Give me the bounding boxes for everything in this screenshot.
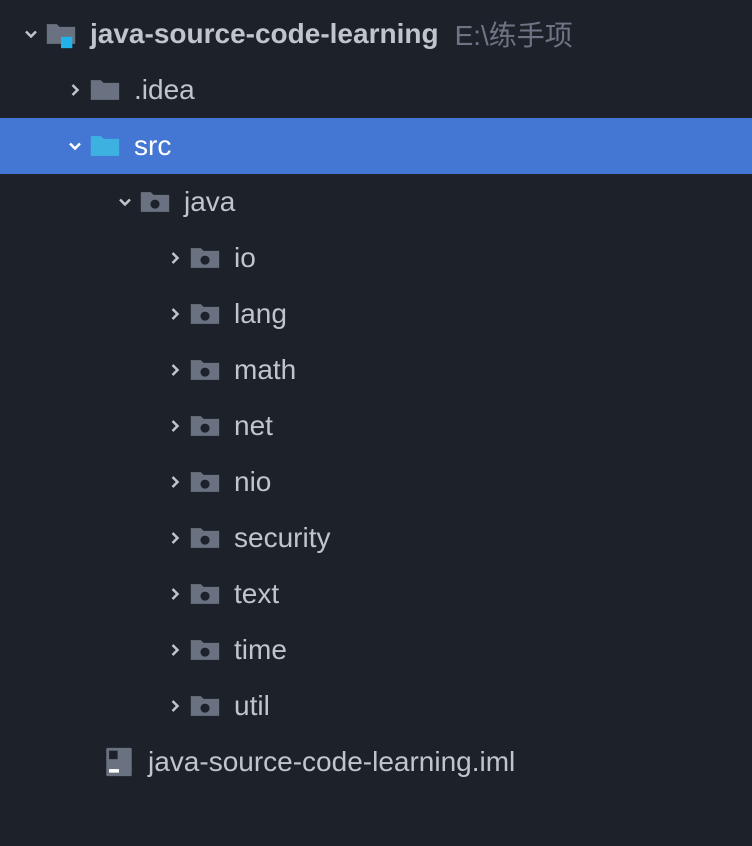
- package-folder-icon: [138, 185, 172, 219]
- source-folder-icon: [88, 129, 122, 163]
- folder-icon: [88, 73, 122, 107]
- folder-label: src: [134, 130, 171, 162]
- tree-row-idea[interactable]: .idea: [0, 62, 752, 118]
- folder-label: util: [234, 690, 270, 722]
- tree-row-text[interactable]: text: [0, 566, 752, 622]
- chevron-down-icon: [112, 189, 138, 215]
- root-label: java-source-code-learning: [90, 18, 439, 50]
- folder-label: security: [234, 522, 330, 554]
- chevron-right-icon: [162, 637, 188, 663]
- chevron-down-icon: [18, 21, 44, 47]
- chevron-right-icon: [162, 301, 188, 327]
- tree-row-math[interactable]: math: [0, 342, 752, 398]
- tree-row-security[interactable]: security: [0, 510, 752, 566]
- package-folder-icon: [188, 577, 222, 611]
- package-folder-icon: [188, 241, 222, 275]
- tree-row-util[interactable]: util: [0, 678, 752, 734]
- chevron-right-icon: [162, 581, 188, 607]
- folder-label: .idea: [134, 74, 195, 106]
- project-folder-icon: [44, 17, 78, 51]
- chevron-right-icon: [162, 413, 188, 439]
- package-folder-icon: [188, 521, 222, 555]
- chevron-right-icon: [162, 245, 188, 271]
- folder-label: text: [234, 578, 279, 610]
- folder-label: net: [234, 410, 273, 442]
- chevron-right-icon: [162, 357, 188, 383]
- chevron-right-icon: [162, 525, 188, 551]
- package-folder-icon: [188, 353, 222, 387]
- tree-row-nio[interactable]: nio: [0, 454, 752, 510]
- tree-row-net[interactable]: net: [0, 398, 752, 454]
- package-folder-icon: [188, 633, 222, 667]
- chevron-right-icon: [162, 693, 188, 719]
- tree-row-io[interactable]: io: [0, 230, 752, 286]
- root-path: E:\练手项: [455, 14, 573, 54]
- tree-row-root[interactable]: java-source-code-learning E:\练手项: [0, 6, 752, 62]
- idea-file-icon: [102, 745, 136, 779]
- folder-label: nio: [234, 466, 271, 498]
- tree-row-iml-file[interactable]: java-source-code-learning.iml: [0, 734, 752, 790]
- folder-label: math: [234, 354, 296, 386]
- folder-label: time: [234, 634, 287, 666]
- folder-label: java: [184, 186, 235, 218]
- chevron-right-icon: [162, 469, 188, 495]
- package-folder-icon: [188, 465, 222, 499]
- tree-row-lang[interactable]: lang: [0, 286, 752, 342]
- folder-label: lang: [234, 298, 287, 330]
- package-folder-icon: [188, 689, 222, 723]
- file-label: java-source-code-learning.iml: [148, 746, 515, 778]
- tree-row-src[interactable]: src: [0, 118, 752, 174]
- tree-row-java[interactable]: java: [0, 174, 752, 230]
- package-folder-icon: [188, 297, 222, 331]
- tree-row-time[interactable]: time: [0, 622, 752, 678]
- package-folder-icon: [188, 409, 222, 443]
- chevron-down-icon: [62, 133, 88, 159]
- chevron-right-icon: [62, 77, 88, 103]
- folder-label: io: [234, 242, 256, 274]
